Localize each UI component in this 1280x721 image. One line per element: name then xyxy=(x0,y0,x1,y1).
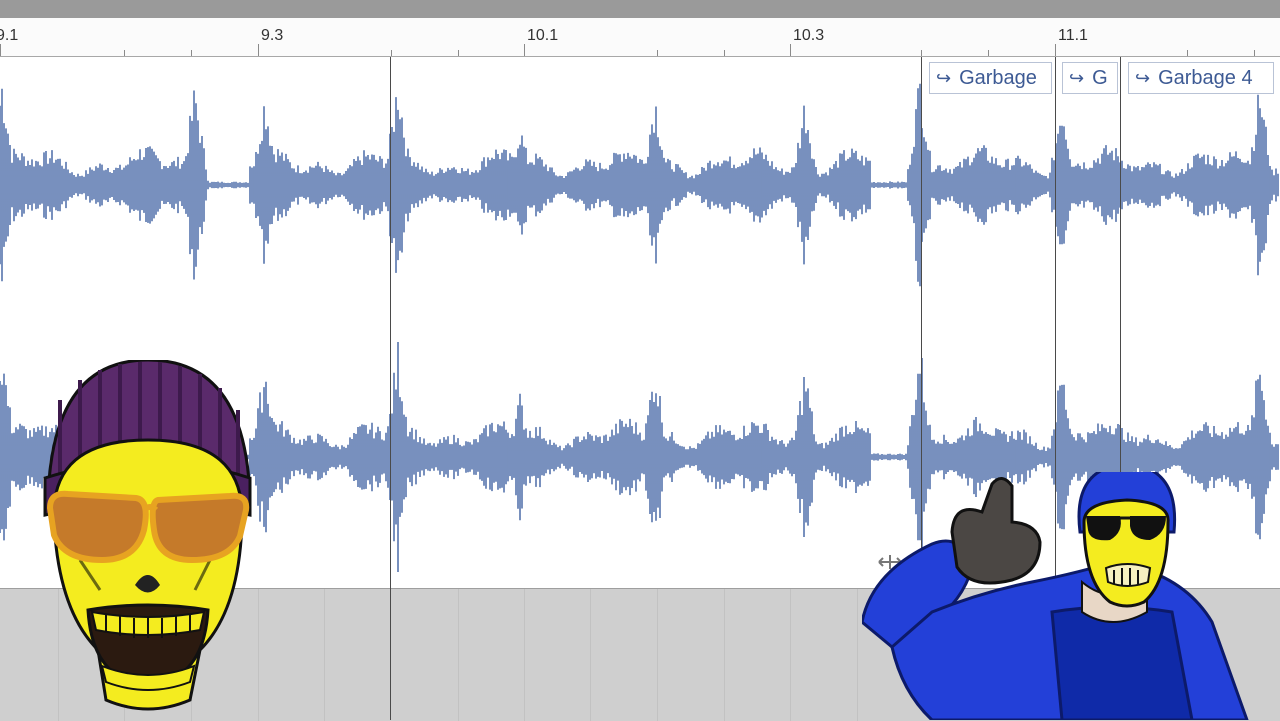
ruler-label: 9.3 xyxy=(261,27,284,44)
top-strip xyxy=(0,0,1280,18)
grid-line xyxy=(790,589,791,721)
ruler-tick xyxy=(657,50,658,56)
ruler-label: 10.3 xyxy=(793,27,825,44)
grid-line xyxy=(857,589,858,721)
ruler-tick xyxy=(1055,44,1056,56)
ruler-tick xyxy=(191,50,192,56)
ruler-label: 10.1 xyxy=(527,27,559,44)
marker-label: Garbage xyxy=(959,67,1037,89)
ruler-tick xyxy=(790,44,791,56)
thumbs-up-blue-suit-skull-illustration xyxy=(862,472,1249,720)
ruler-tick xyxy=(921,50,922,56)
split-arrow-icon: ↪ xyxy=(1069,68,1085,88)
grid-line xyxy=(724,589,725,721)
ruler-tick xyxy=(391,50,392,56)
marker-garbage[interactable]: ↪ Garbage xyxy=(929,62,1052,94)
clip-boundary[interactable] xyxy=(390,57,391,720)
timeline-ruler[interactable]: 9.1 9.3 10.1 10.3 11.1 xyxy=(0,18,1280,57)
ruler-tick xyxy=(988,50,989,56)
ruler-tick xyxy=(524,44,525,56)
ruler-tick xyxy=(1187,50,1188,56)
ruler-label: 11.1 xyxy=(1058,27,1088,44)
ruler-tick xyxy=(124,50,125,56)
skull-beanie-sunglasses-illustration xyxy=(43,360,252,711)
ruler-label: 9.1 xyxy=(0,27,19,44)
split-arrow-icon: ↪ xyxy=(1135,68,1151,88)
marker-g[interactable]: ↪ G xyxy=(1062,62,1118,94)
ruler-tick xyxy=(258,44,259,56)
ruler-tick xyxy=(0,44,1,56)
ruler-tick xyxy=(458,50,459,56)
marker-garbage-4[interactable]: ↪ Garbage 4 xyxy=(1128,62,1274,94)
grid-line xyxy=(258,589,259,721)
ruler-tick xyxy=(1254,50,1255,56)
marker-label: G xyxy=(1092,67,1108,89)
marker-label: Garbage 4 xyxy=(1158,67,1253,89)
grid-line xyxy=(657,589,658,721)
grid-line xyxy=(590,589,591,721)
grid-line xyxy=(324,589,325,721)
grid-line xyxy=(458,589,459,721)
waveform-channel-left xyxy=(0,83,1279,287)
ruler-tick xyxy=(724,50,725,56)
split-arrow-icon: ↪ xyxy=(936,68,952,88)
grid-line xyxy=(524,589,525,721)
